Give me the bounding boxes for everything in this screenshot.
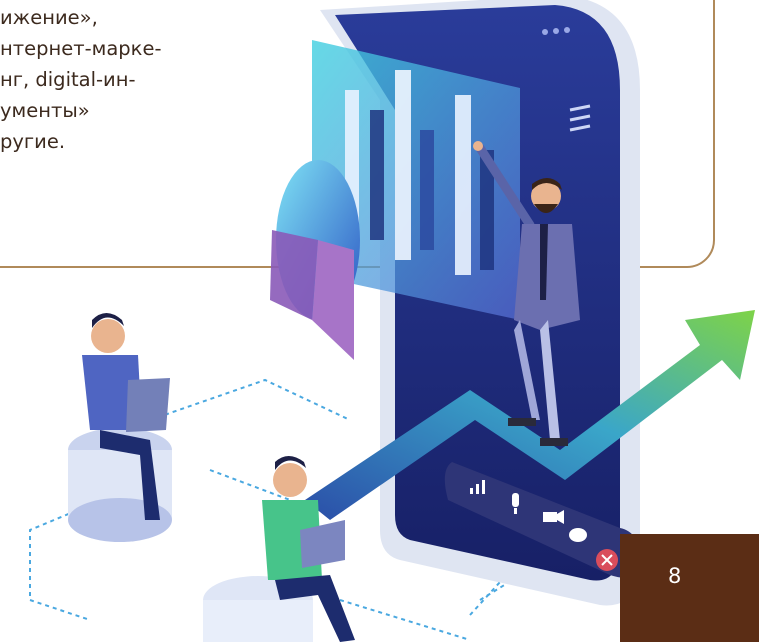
corner-color-bar [620,534,759,642]
close-icon [596,549,618,571]
chat-bubble-icon [569,528,587,542]
pie-chart-graphic [270,160,360,360]
person-with-laptop-left [68,313,172,542]
video-camera-icon [543,510,564,524]
page-number: 8 [668,564,682,588]
